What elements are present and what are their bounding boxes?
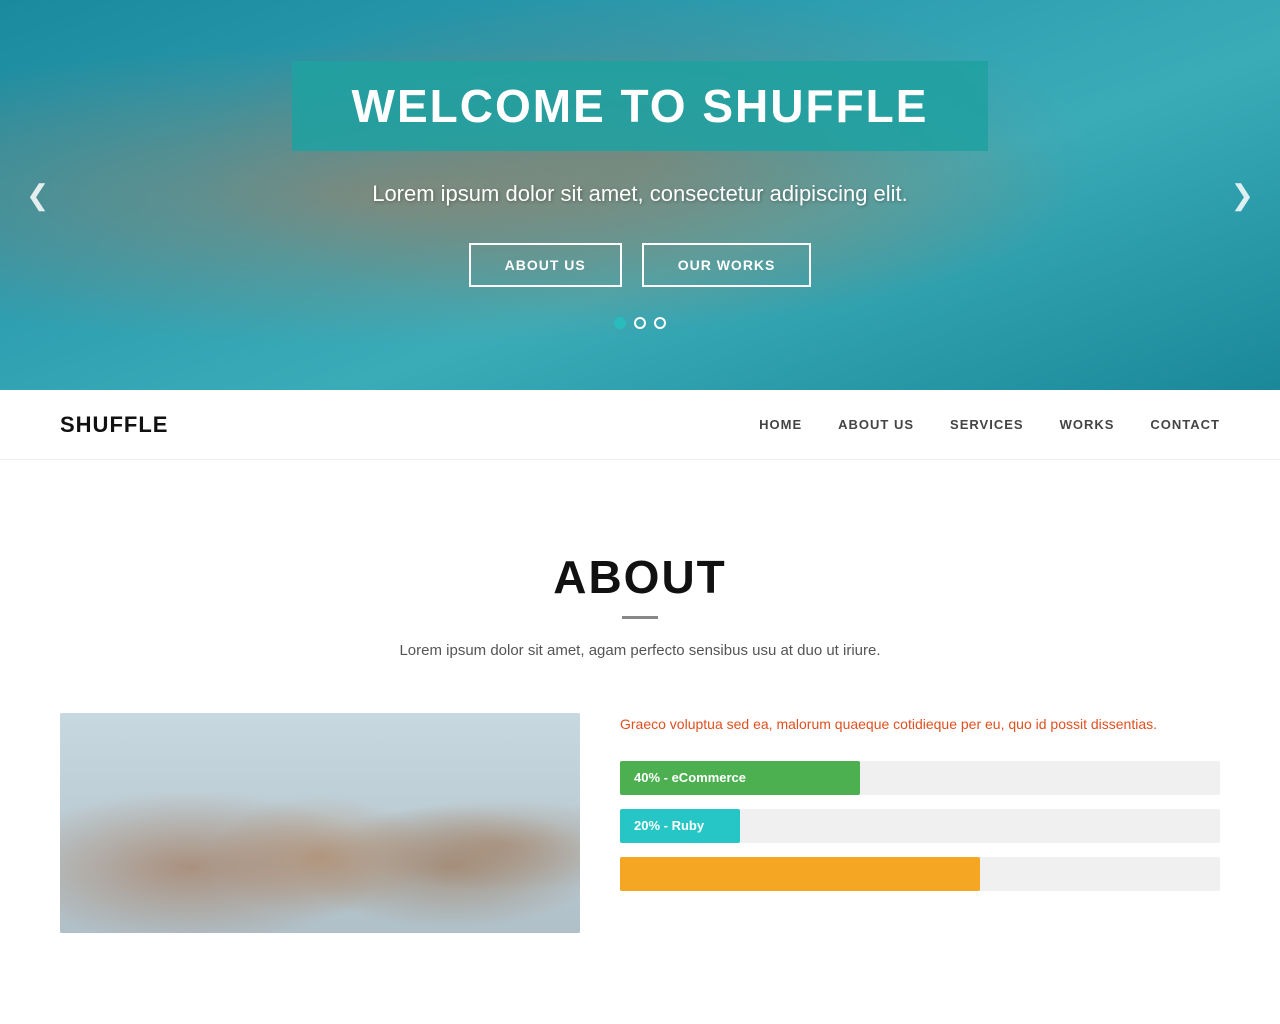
about-subtitle: Lorem ipsum dolor sit amet, agam perfect… xyxy=(60,639,1220,663)
spacer xyxy=(0,460,1280,550)
about-columns: Graeco voluptua sed ea, malorum quaeque … xyxy=(60,713,1220,933)
about-title: ABOUT xyxy=(60,550,1220,604)
nav-services[interactable]: SERVICES xyxy=(950,417,1024,432)
carousel-dot-2[interactable] xyxy=(634,317,646,329)
progress-ruby: 20% - Ruby xyxy=(620,809,1220,843)
progress-fill-ecommerce: 40% - eCommerce xyxy=(620,761,860,795)
navbar: SHUFFLE HOME ABOUT US SERVICES WORKS CON… xyxy=(0,390,1280,460)
hero-prev-button[interactable]: ❮ xyxy=(16,169,59,222)
section-divider xyxy=(622,616,658,619)
about-description: Graeco voluptua sed ea, malorum quaeque … xyxy=(620,713,1220,737)
nav-brand[interactable]: SHUFFLE xyxy=(60,412,168,438)
about-text-column: Graeco voluptua sed ea, malorum quaeque … xyxy=(620,713,1220,905)
about-description-highlight: malorum quaeque cotidieque per eu, quo i… xyxy=(776,716,1157,732)
nav-contact[interactable]: CONTACT xyxy=(1150,417,1220,432)
hero-title: WELCOME TO SHUFFLE xyxy=(352,79,929,133)
nav-works[interactable]: WORKS xyxy=(1060,417,1115,432)
carousel-dot-1[interactable] xyxy=(614,317,626,329)
about-description-plain: Graeco voluptua sed ea, xyxy=(620,716,776,732)
hero-next-button[interactable]: ❯ xyxy=(1221,169,1264,222)
main-content: ABOUT Lorem ipsum dolor sit amet, agam p… xyxy=(0,460,1280,993)
section-title-wrap: ABOUT xyxy=(60,550,1220,619)
about-team-image xyxy=(60,713,580,933)
nav-links: HOME ABOUT US SERVICES WORKS CONTACT xyxy=(759,416,1220,434)
hero-section: ❮ WELCOME TO SHUFFLE Lorem ipsum dolor s… xyxy=(0,0,1280,390)
carousel-dots xyxy=(292,317,989,329)
about-us-button[interactable]: ABOUT US xyxy=(469,243,622,287)
progress-ecommerce: 40% - eCommerce xyxy=(620,761,1220,795)
progress-fill-3 xyxy=(620,857,980,891)
progress-track-ecommerce: 40% - eCommerce xyxy=(620,761,1220,795)
progress-track-ruby: 20% - Ruby xyxy=(620,809,1220,843)
carousel-dot-3[interactable] xyxy=(654,317,666,329)
nav-home[interactable]: HOME xyxy=(759,417,802,432)
progress-bar-3 xyxy=(620,857,1220,891)
progress-fill-ruby: 20% - Ruby xyxy=(620,809,740,843)
hero-subtitle: Lorem ipsum dolor sit amet, consectetur … xyxy=(292,181,989,207)
progress-track-3 xyxy=(620,857,1220,891)
our-works-button[interactable]: OUR WORKS xyxy=(642,243,812,287)
hero-content: WELCOME TO SHUFFLE Lorem ipsum dolor sit… xyxy=(292,61,989,329)
hero-title-box: WELCOME TO SHUFFLE xyxy=(292,61,989,151)
about-section: ABOUT Lorem ipsum dolor sit amet, agam p… xyxy=(0,550,1280,993)
hero-buttons: ABOUT US OUR WORKS xyxy=(292,243,989,287)
nav-about[interactable]: ABOUT US xyxy=(838,417,914,432)
